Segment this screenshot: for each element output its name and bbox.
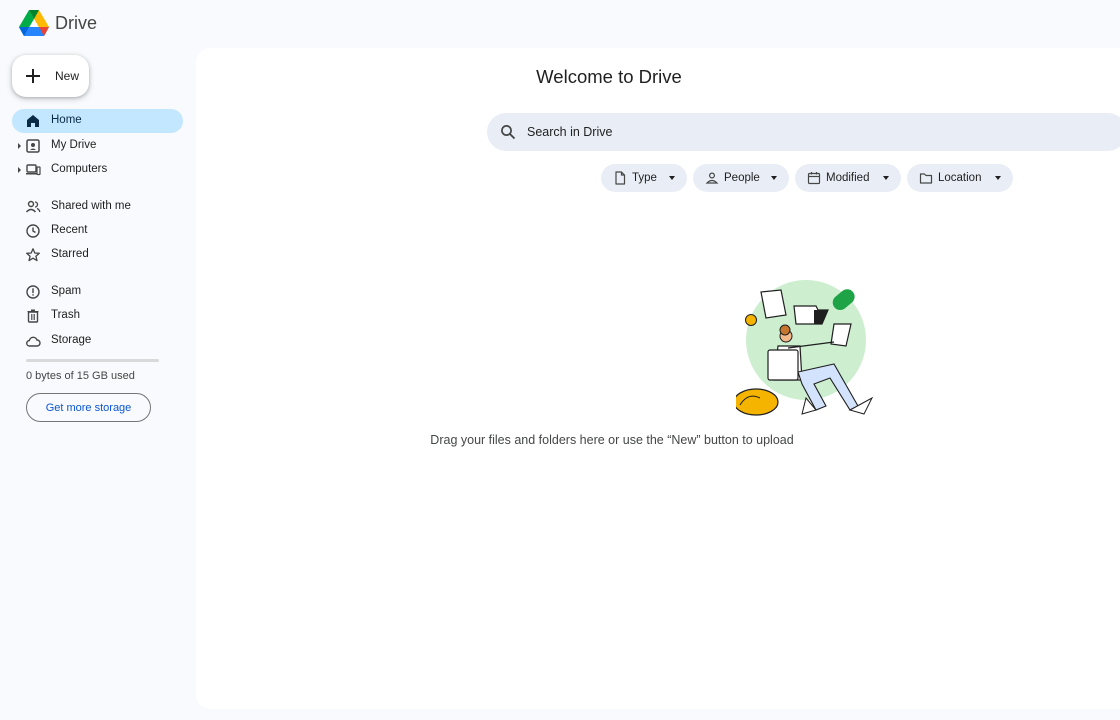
main-panel: Welcome to Drive Search in Drive Type Pe… [196, 48, 1120, 709]
sidebar-item-trash[interactable]: Trash [12, 304, 183, 328]
filter-chip-type[interactable]: Type [601, 164, 687, 192]
storage-usage-bar [26, 359, 159, 362]
filter-chip-modified[interactable]: Modified [795, 164, 901, 192]
search-input[interactable]: Search in Drive [527, 125, 612, 139]
search-bar[interactable]: Search in Drive [487, 113, 1120, 151]
empty-state-illustration [736, 280, 874, 416]
sidebar-item-label: Computers [51, 163, 108, 175]
header: Drive [0, 0, 1120, 48]
cloud-icon [26, 336, 41, 347]
expand-caret-icon[interactable] [18, 143, 21, 149]
spam-icon [26, 285, 40, 299]
filter-chip-location[interactable]: Location [907, 164, 1013, 192]
folder-icon [919, 173, 933, 184]
clock-icon [26, 224, 40, 238]
search-icon[interactable] [500, 124, 516, 140]
sidebar-item-computers[interactable]: Computers [12, 158, 183, 182]
filter-chip-label: Type [632, 172, 657, 184]
sidebar-item-label: Trash [51, 309, 80, 321]
sidebar-item-starred[interactable]: Starred [12, 243, 183, 267]
sidebar-item-label: My Drive [51, 139, 97, 151]
sidebar-item-recent[interactable]: Recent [12, 219, 183, 243]
filter-chip-label: Location [938, 172, 982, 184]
sidebar-item-label: Home [51, 114, 82, 126]
app-name[interactable]: Drive [55, 13, 97, 34]
dropdown-arrow-icon [669, 176, 675, 180]
calendar-icon [807, 172, 821, 185]
sidebar-item-label: Starred [51, 248, 89, 260]
sidebar-item-label: Storage [51, 334, 92, 346]
dropdown-arrow-icon [771, 176, 777, 180]
computer-icon [26, 164, 41, 176]
person-icon [705, 172, 719, 184]
sidebar-item-spam[interactable]: Spam [12, 280, 183, 304]
dropdown-arrow-icon [883, 176, 889, 180]
sidebar-item-storage[interactable]: Storage [12, 329, 183, 353]
page-title: Welcome to Drive [536, 66, 682, 87]
file-icon [615, 171, 626, 185]
dropdown-arrow-icon [995, 176, 1001, 180]
home-icon [27, 115, 39, 127]
sidebar-item-home[interactable]: Home [12, 109, 183, 133]
people-icon [25, 200, 41, 213]
filter-chip-people[interactable]: People [693, 164, 789, 192]
sidebar-item-label: Recent [51, 224, 88, 236]
sidebar-item-my-drive[interactable]: My Drive [12, 134, 183, 158]
filter-chip-label: People [724, 172, 760, 184]
star-icon [26, 248, 40, 262]
sidebar-item-label: Shared with me [51, 200, 131, 212]
drive-logo-icon[interactable] [19, 10, 49, 37]
storage-usage-text: 0 bytes of 15 GB used [26, 370, 135, 382]
filter-chip-label: Modified [826, 172, 870, 184]
trash-icon [27, 309, 39, 323]
get-more-storage-button[interactable]: Get more storage [26, 393, 151, 422]
empty-state-message: Drag your files and folders here or use … [430, 433, 794, 447]
sidebar-item-label: Spam [51, 285, 82, 297]
sidebar-item-shared-with-me[interactable]: Shared with me [12, 195, 183, 219]
expand-caret-icon[interactable] [18, 167, 21, 173]
my-drive-icon [26, 139, 40, 153]
